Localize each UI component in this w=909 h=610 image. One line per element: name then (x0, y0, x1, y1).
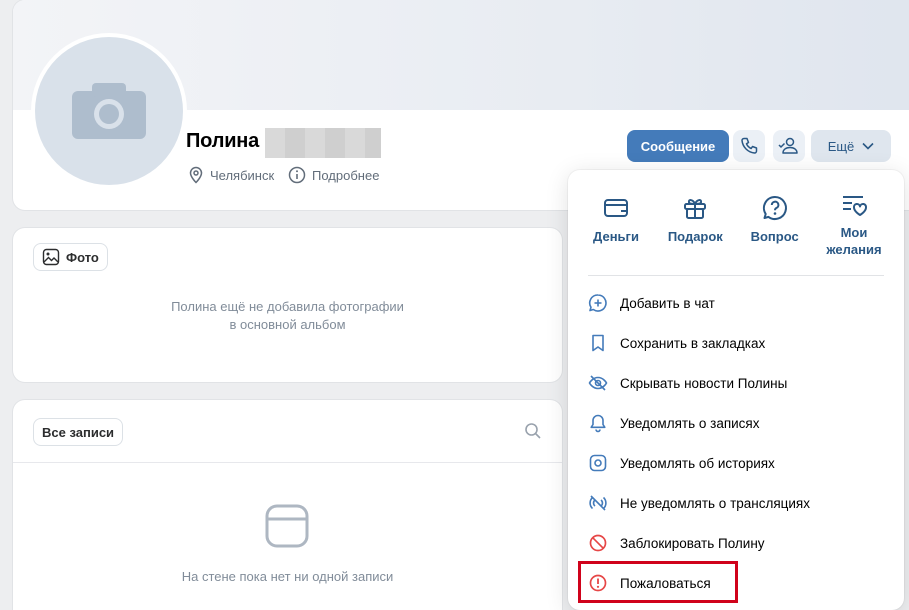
more-label: Ещё (827, 138, 855, 154)
photos-empty-line2: в основной альбом (229, 317, 346, 332)
quick-action-label: Подарок (667, 229, 723, 244)
empty-wall-icon (265, 504, 309, 548)
quick-action-label: Вопрос (750, 229, 799, 244)
menu-item-label: Скрывать новости Полины (620, 375, 788, 391)
actions-menu: Добавить в чат Сохранить в закладках Скр… (588, 283, 888, 603)
quick-action-label: Мои желания (826, 225, 882, 257)
city-info: Челябинск (188, 166, 274, 184)
menu-item-label: Уведомлять об историях (620, 455, 775, 471)
quick-action-money[interactable]: Деньги (580, 194, 652, 258)
menu-item-add-to-chat[interactable]: Добавить в чат (588, 283, 888, 323)
friend-status-button[interactable] (773, 130, 805, 162)
block-icon (589, 534, 607, 552)
bell-icon (590, 414, 606, 433)
search-icon (525, 423, 541, 439)
quick-action-label: Деньги (593, 229, 639, 244)
quick-action-question[interactable]: Вопрос (739, 194, 811, 258)
all-posts-label: Все записи (42, 424, 115, 440)
menu-item-hide-news[interactable]: Скрывать новости Полины (588, 363, 888, 403)
quick-actions: Деньги Подарок Вопрос Мои желания (580, 194, 890, 258)
photos-tab-label: Фото (66, 249, 99, 265)
more-button[interactable]: Ещё (811, 130, 891, 162)
message-button[interactable]: Сообщение (627, 130, 729, 162)
menu-item-block[interactable]: Заблокировать Полину (588, 523, 888, 563)
divider (588, 275, 884, 276)
phone-icon (741, 137, 758, 154)
menu-item-label: Не уведомлять о трансляциях (620, 495, 810, 511)
hidden-eye-icon (588, 375, 608, 391)
menu-item-label: Сохранить в закладках (620, 335, 766, 351)
no-broadcast-icon (589, 495, 607, 511)
bookmark-icon (592, 334, 604, 352)
call-button[interactable] (733, 130, 765, 162)
divider (13, 462, 562, 463)
menu-item-mute-broadcasts[interactable]: Не уведомлять о трансляциях (588, 483, 888, 523)
wishlist-icon (842, 196, 867, 216)
wall-section: Все записи На стене пока нет ни одной за… (13, 400, 562, 610)
menu-item-notify-stories[interactable]: Уведомлять об историях (588, 443, 888, 483)
photos-tab[interactable]: Фото (33, 243, 108, 271)
more-actions-dropdown: Деньги Подарок Вопрос Мои желания Добави… (568, 170, 904, 610)
user-check-icon (778, 137, 798, 154)
photos-empty-message: Полина ещё не добавила фотографии в осно… (13, 298, 562, 334)
wall-search-button[interactable] (524, 422, 542, 445)
story-icon (589, 454, 607, 472)
question-icon (762, 195, 787, 220)
city-label: Челябинск (210, 167, 275, 183)
add-chat-icon (588, 294, 607, 312)
menu-item-label: Уведомлять о записях (620, 415, 760, 431)
avatar[interactable] (31, 33, 187, 189)
report-highlight-box (578, 561, 738, 603)
menu-item-notify-posts[interactable]: Уведомлять о записях (588, 403, 888, 443)
photos-empty-line1: Полина ещё не добавила фотографии (171, 299, 404, 314)
chevron-down-icon (862, 142, 874, 150)
quick-action-wishlist[interactable]: Мои желания (818, 194, 890, 258)
wall-empty-message: На стене пока нет ни одной записи (181, 569, 394, 584)
menu-item-bookmark[interactable]: Сохранить в закладках (588, 323, 888, 363)
info-icon (288, 166, 306, 184)
avatar-placeholder (35, 37, 183, 185)
all-posts-tab[interactable]: Все записи (33, 418, 124, 446)
gift-icon (684, 199, 707, 219)
menu-item-label: Заблокировать Полину (620, 535, 765, 551)
details-link[interactable]: Подробнее (288, 166, 379, 184)
camera-icon (72, 83, 146, 139)
profile-name: Полина (186, 130, 260, 152)
card-icon (604, 199, 628, 217)
quick-action-gift[interactable]: Подарок (659, 194, 731, 258)
menu-item-label: Добавить в чат (620, 295, 715, 311)
blurred-surname (265, 128, 381, 158)
photos-section: Фото Полина ещё не добавила фотографии в… (13, 228, 562, 382)
image-icon (42, 248, 60, 266)
details-label: Подробнее (312, 167, 380, 183)
location-pin-icon (189, 166, 203, 184)
